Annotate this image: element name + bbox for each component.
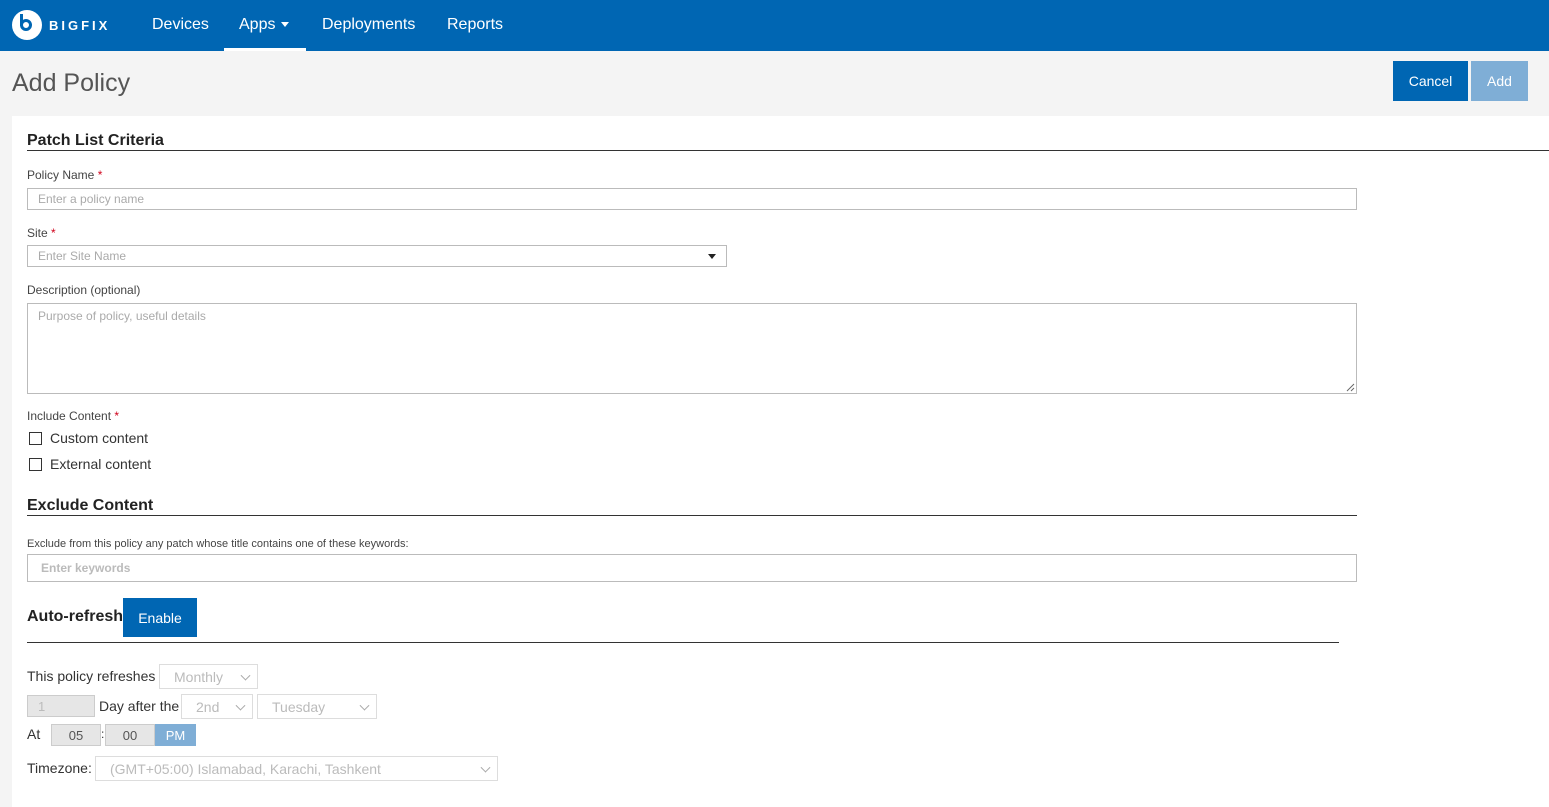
include-content-label-text: Include Content — [27, 409, 112, 423]
description-label: Description (optional) — [27, 283, 141, 297]
day-value: 1 — [38, 698, 46, 714]
chevron-down-icon — [235, 700, 246, 711]
custom-content-label: Custom content — [50, 430, 149, 446]
resize-handle-icon[interactable] — [1345, 382, 1355, 392]
timezone-value: (GMT+05:00) Islamabad, Karachi, Tashkent — [110, 760, 381, 777]
site-label-text: Site — [27, 226, 48, 240]
ampm-toggle[interactable]: PM — [155, 724, 196, 746]
auto-refresh-title: Auto-refresh — [27, 608, 124, 625]
section-divider — [27, 515, 1357, 516]
description-placeholder: Purpose of policy, useful details — [38, 309, 206, 323]
hour-input[interactable]: 05 — [51, 724, 101, 746]
description-textarea[interactable]: Purpose of policy, useful details — [27, 303, 1357, 394]
site-label: Site * — [27, 226, 56, 240]
frequency-select[interactable]: Monthly — [159, 664, 258, 689]
chevron-down-icon — [240, 670, 251, 681]
policy-name-placeholder: Enter a policy name — [38, 192, 145, 206]
external-content-option[interactable]: External content — [29, 456, 151, 472]
cancel-button[interactable]: Cancel — [1393, 61, 1468, 101]
form-panel: Patch List Criteria Policy Name * Enter … — [12, 116, 1549, 807]
caret-down-icon — [708, 254, 716, 259]
nav-deployments[interactable]: Deployments — [322, 0, 415, 51]
external-content-checkbox[interactable] — [29, 457, 42, 471]
keywords-placeholder: Enter keywords — [41, 561, 131, 575]
keywords-input[interactable]: Enter keywords — [27, 554, 1357, 582]
custom-content-checkbox[interactable] — [29, 431, 42, 445]
nav-apps-label: Apps — [239, 16, 276, 33]
brand-name: BIGFIX — [49, 17, 111, 33]
chevron-down-icon — [480, 762, 491, 773]
frequency-value: Monthly — [174, 668, 224, 685]
nav-devices[interactable]: Devices — [152, 0, 209, 51]
add-button[interactable]: Add — [1471, 61, 1528, 101]
required-marker: * — [51, 226, 56, 240]
custom-content-option[interactable]: Custom content — [29, 430, 148, 446]
include-content-label: Include Content * — [27, 409, 119, 423]
section-divider — [27, 642, 1339, 643]
weekday-value: Tuesday — [272, 698, 326, 715]
exclude-hint: Exclude from this policy any patch whose… — [27, 538, 409, 550]
minute-value: 00 — [122, 727, 138, 743]
chevron-down-icon — [281, 22, 290, 28]
policy-name-label-text: Policy Name — [27, 168, 95, 182]
day-input[interactable]: 1 — [27, 695, 95, 717]
ordinal-select[interactable]: 2nd — [181, 694, 253, 719]
site-select[interactable]: Enter Site Name — [27, 245, 727, 267]
time-separator: : — [101, 727, 105, 741]
required-marker: * — [114, 409, 120, 423]
external-content-label: External content — [50, 456, 152, 472]
weekday-select[interactable]: Tuesday — [257, 694, 377, 719]
policy-name-input[interactable]: Enter a policy name — [27, 188, 1357, 210]
at-label: At — [27, 726, 41, 742]
enable-button[interactable]: Enable — [123, 598, 197, 637]
page-title: Add Policy — [12, 69, 131, 97]
refreshes-label: This policy refreshes — [27, 668, 156, 684]
timezone-select[interactable]: (GMT+05:00) Islamabad, Karachi, Tashkent — [95, 756, 498, 781]
ordinal-value: 2nd — [196, 698, 220, 715]
section-divider — [27, 150, 1549, 151]
nav-apps[interactable]: Apps — [224, 0, 306, 51]
timezone-label: Timezone: — [27, 760, 92, 776]
bigfix-logo-icon — [12, 10, 42, 40]
top-nav: BIGFIX Devices Apps Deployments Reports — [0, 0, 1549, 51]
chevron-down-icon — [359, 700, 370, 711]
hour-value: 05 — [68, 727, 84, 743]
bigfix-logo[interactable]: BIGFIX — [12, 9, 110, 41]
day-after-label: Day after the — [99, 698, 180, 714]
minute-input[interactable]: 00 — [105, 724, 155, 746]
exclude-content-title: Exclude Content — [27, 497, 154, 514]
required-marker: * — [97, 168, 103, 182]
nav-reports[interactable]: Reports — [447, 0, 503, 51]
policy-name-label: Policy Name * — [27, 168, 102, 182]
site-placeholder: Enter Site Name — [38, 249, 127, 263]
patch-list-criteria-title: Patch List Criteria — [27, 132, 164, 149]
